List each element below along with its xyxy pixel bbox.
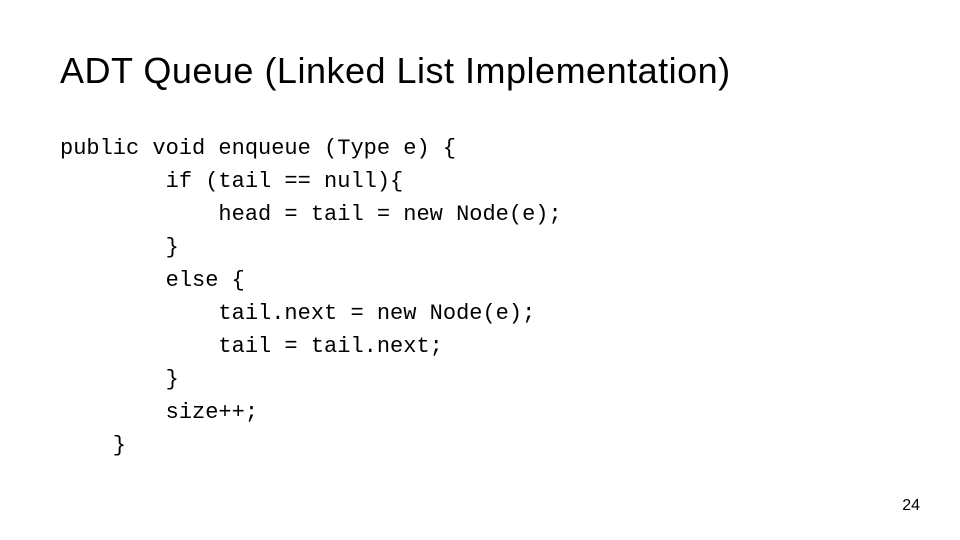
slide-title: ADT Queue (Linked List Implementation) <box>60 50 900 92</box>
slide-container: ADT Queue (Linked List Implementation) p… <box>0 0 960 540</box>
code-block: public void enqueue (Type e) { if (tail … <box>60 132 900 462</box>
page-number: 24 <box>902 497 920 515</box>
